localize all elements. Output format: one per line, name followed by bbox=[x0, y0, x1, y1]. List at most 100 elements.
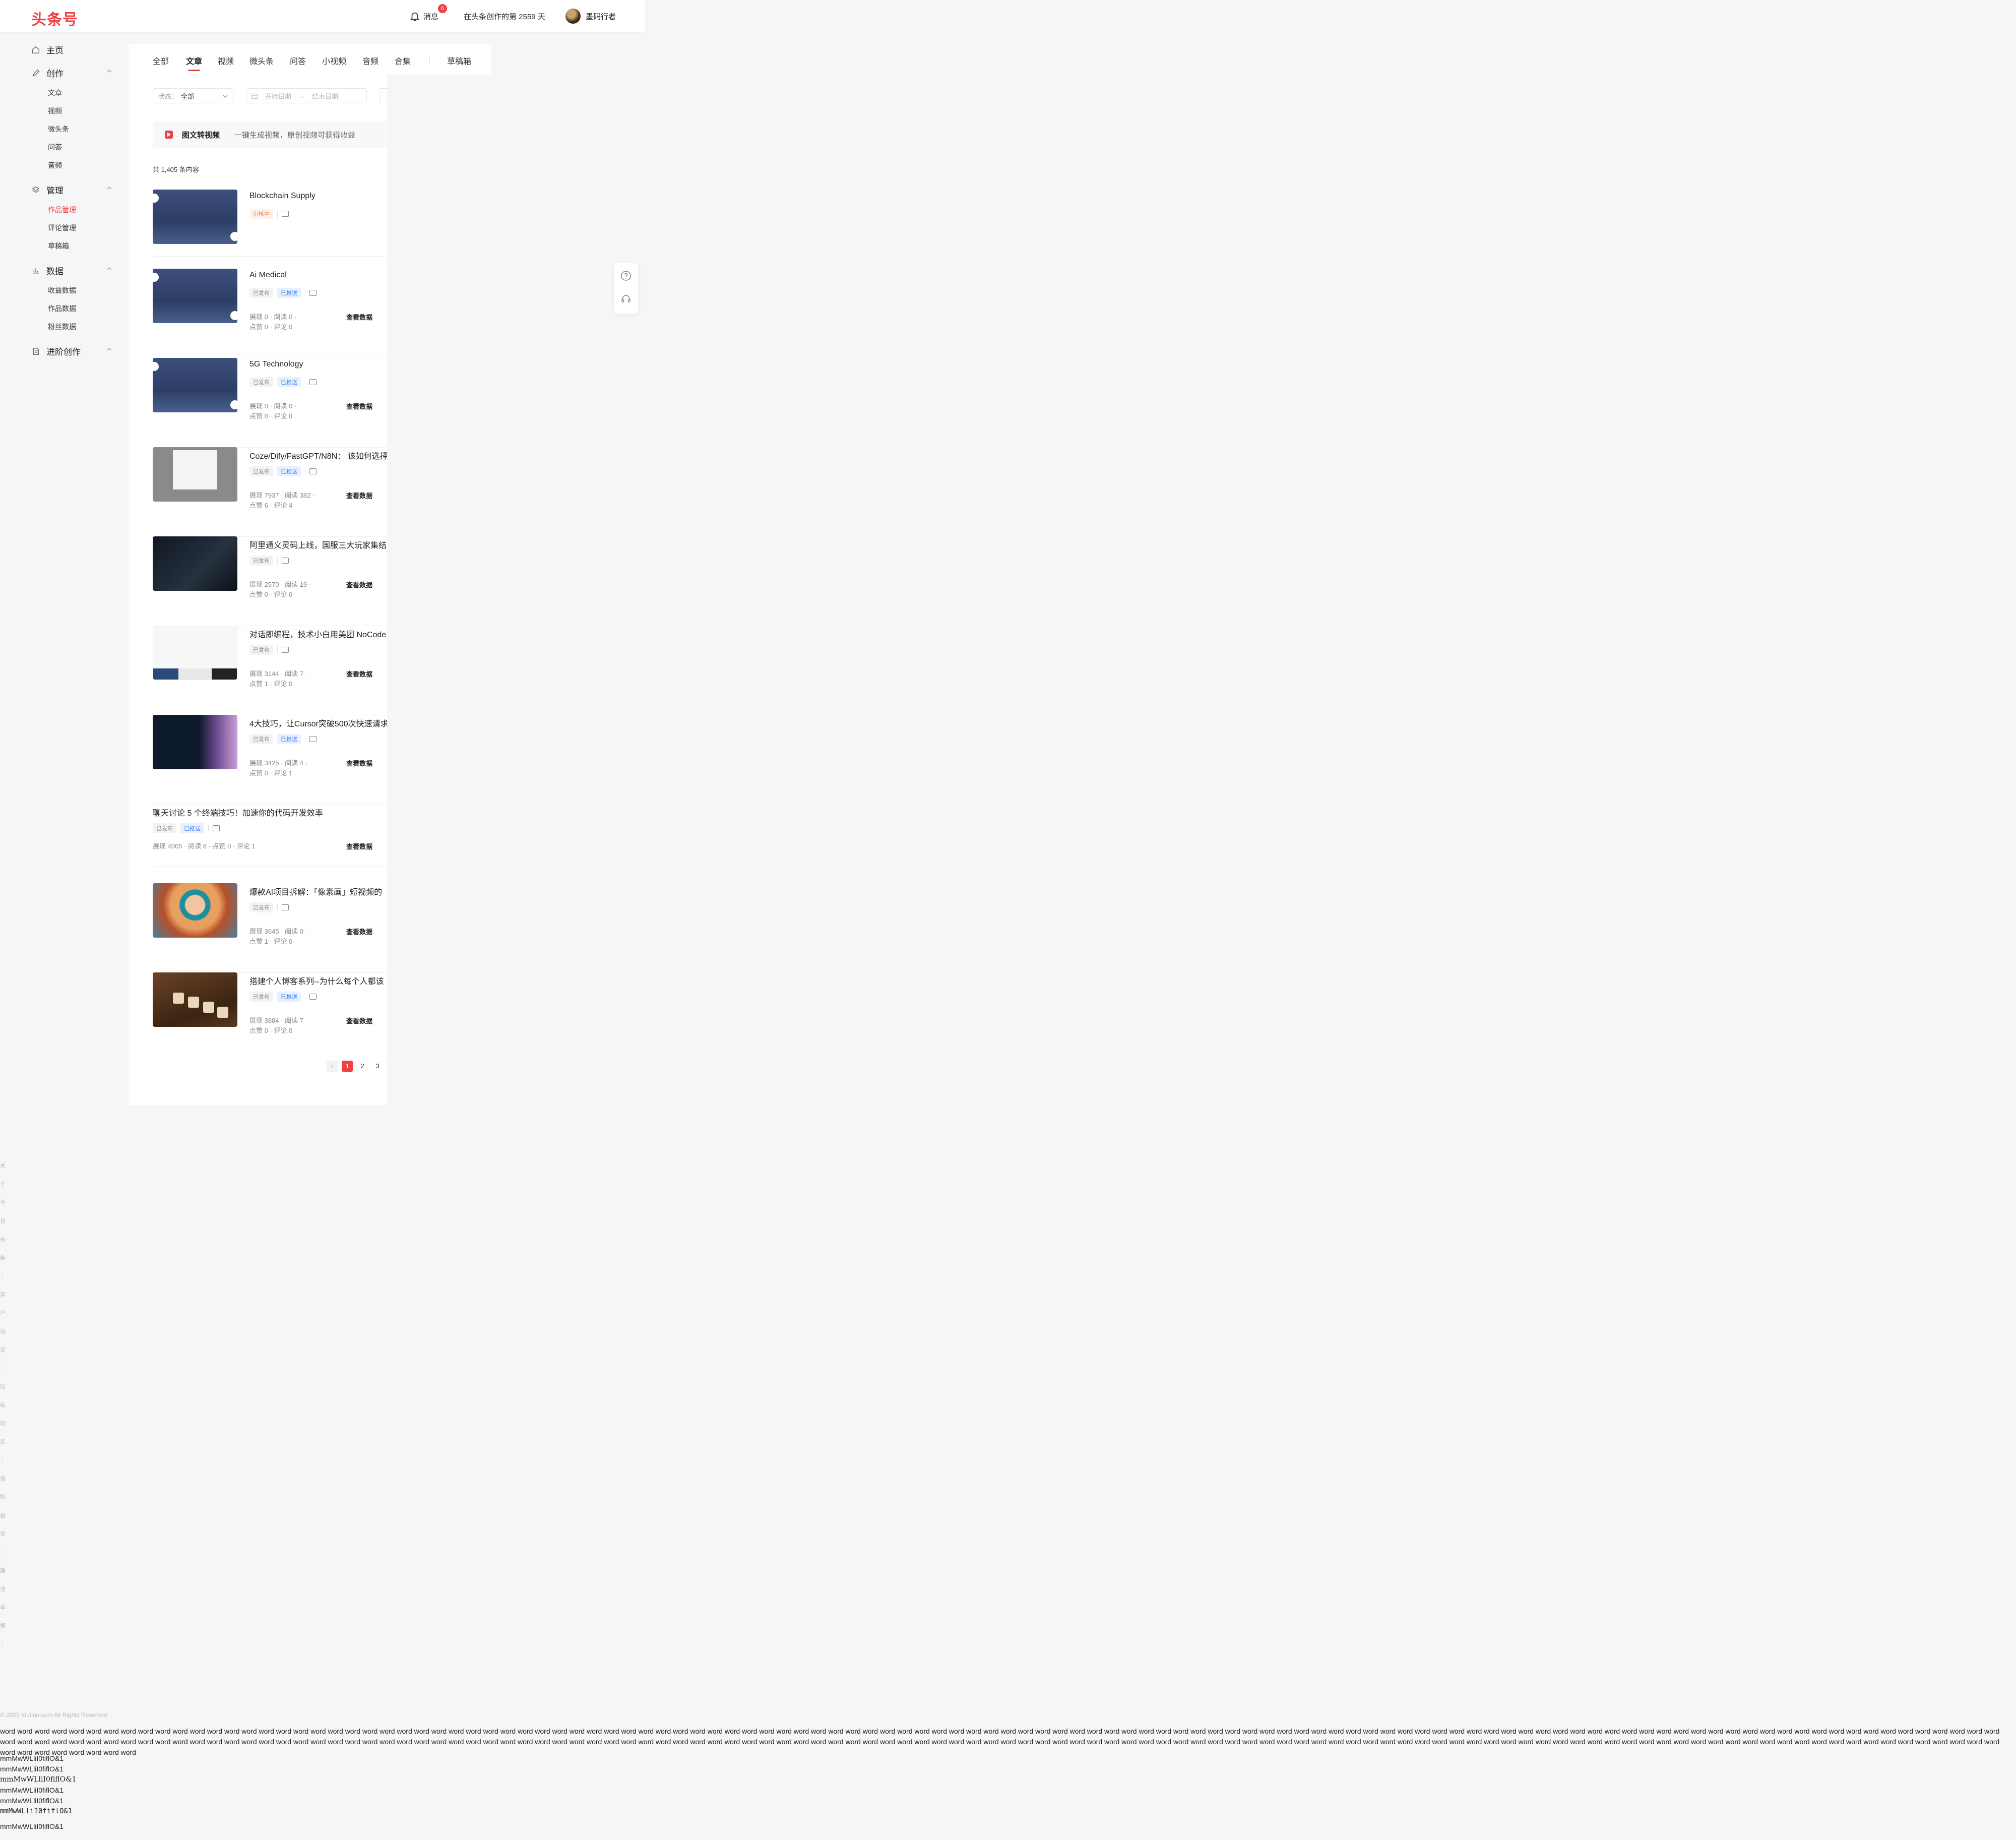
headset-icon[interactable] bbox=[620, 293, 632, 304]
article-thumbnail[interactable] bbox=[153, 715, 237, 769]
article-thumbnail[interactable] bbox=[153, 190, 237, 244]
article-title[interactable]: 4大技巧，让Cursor突破500次快速请求 bbox=[249, 717, 387, 729]
list-item[interactable]: 搭建个人博客系列--为什么每个人都该 已发布 已推送 展现 3884 · 阅读 … bbox=[153, 972, 387, 1062]
article-thumbnail[interactable] bbox=[153, 972, 237, 1027]
tab-collection[interactable]: 合集 bbox=[395, 54, 411, 67]
user-menu[interactable]: 墨码行者 bbox=[565, 0, 616, 32]
sidebar-item-drafts[interactable]: 草稿箱 bbox=[48, 241, 69, 251]
stats-line: 展现 0 · 阅读 0 · bbox=[249, 313, 297, 321]
list-item[interactable]: 对话即编程，技术小白用美团 NoCode 已发布 展现 3144 · 阅读 7 … bbox=[153, 626, 387, 715]
sidebar-item-works-data[interactable]: 作品数据 bbox=[48, 303, 76, 314]
date-range-picker[interactable]: 开始日期 → 结束日期 bbox=[246, 88, 367, 103]
sidebar-item-home[interactable]: 主页 bbox=[31, 43, 112, 56]
list-item[interactable]: 5G Technology 已发布 已推送 展现 0 · 阅读 0 · 点赞 0 … bbox=[153, 358, 387, 448]
status-filter[interactable]: 状态： 全部 bbox=[153, 88, 233, 103]
sidebar-item-audio[interactable]: 音频 bbox=[48, 160, 62, 170]
thumbnail-tile bbox=[217, 1007, 228, 1018]
sidebar-item-microheadline[interactable]: 微头条 bbox=[48, 124, 69, 134]
article-thumbnail[interactable] bbox=[153, 626, 237, 680]
stats-line: 点赞 0 · 评论 0 bbox=[249, 412, 293, 420]
home-icon bbox=[32, 46, 39, 53]
view-data-link[interactable]: 查看数据 bbox=[346, 927, 372, 936]
article-title[interactable]: 阿里通义灵码上线，国服三大玩家集结 bbox=[249, 538, 387, 550]
sidebar-item-fans-data[interactable]: 粉丝数据 bbox=[48, 322, 76, 332]
footer-char: 投 bbox=[0, 1512, 6, 1519]
stats-line: 点赞 1 · 评论 0 bbox=[249, 680, 293, 688]
sidebar-group-manage[interactable]: 管理 bbox=[31, 183, 112, 196]
tab-short-video[interactable]: 小视频 bbox=[322, 54, 346, 67]
article-title[interactable]: 搭建个人博客系列--为什么每个人都该 bbox=[249, 974, 387, 987]
sidebar-item-article[interactable]: 文章 bbox=[48, 88, 62, 98]
list-item[interactable]: 爆款AI项目拆解：「像素画」短视频的 已发布 展现 3645 · 阅读 0 · 点… bbox=[153, 883, 387, 973]
status-filter-label: 状态： bbox=[158, 92, 178, 100]
sidebar-group-data[interactable]: 数据 bbox=[31, 264, 112, 277]
stats-line: 展现 3425 · 阅读 4 · bbox=[249, 759, 307, 767]
stats-line: 展现 7937 · 阅读 382 · bbox=[249, 492, 315, 499]
sidebar-group-advanced[interactable]: 进阶创作 bbox=[31, 345, 112, 357]
view-data-link[interactable]: 查看数据 bbox=[346, 758, 372, 768]
article-title[interactable]: Ai Medical bbox=[249, 271, 387, 280]
footer-char: ｜ bbox=[0, 1549, 6, 1556]
tab-article[interactable]: 文章 bbox=[186, 54, 202, 67]
page-button-3[interactable]: 3 bbox=[372, 1061, 383, 1072]
messages-button[interactable]: 消息 bbox=[409, 0, 438, 32]
tab-audio[interactable]: 音频 bbox=[362, 54, 379, 67]
view-data-link[interactable]: 查看数据 bbox=[346, 401, 372, 411]
question-icon[interactable] bbox=[620, 270, 632, 281]
search-input[interactable] bbox=[379, 88, 389, 103]
font-probe-line: mmMwWLliI0fiflO&1 bbox=[0, 1822, 64, 1830]
view-data-link[interactable]: 查看数据 bbox=[346, 580, 372, 589]
tab-qa[interactable]: 问答 bbox=[290, 54, 306, 67]
sidebar-group-create[interactable]: 创作 bbox=[31, 67, 112, 79]
article-tags: 已发布 已推送 bbox=[249, 288, 317, 298]
article-thumbnail[interactable] bbox=[153, 269, 237, 323]
article-title[interactable]: 5G Technology bbox=[249, 360, 387, 369]
sidebar-item-income-data[interactable]: 收益数据 bbox=[48, 285, 76, 295]
footer-char: 协 bbox=[0, 1328, 6, 1335]
sidebar-item-comments-manage[interactable]: 评论管理 bbox=[48, 223, 76, 233]
article-type-icon bbox=[309, 468, 317, 474]
doc-icon bbox=[33, 347, 39, 355]
list-item[interactable]: Ai Medical 已发布 已推送 展现 0 · 阅读 0 · 点赞 0 · 评… bbox=[153, 269, 387, 358]
footer-char: 侵 bbox=[0, 1476, 6, 1482]
view-data-link[interactable]: 查看数据 bbox=[346, 841, 372, 851]
article-title[interactable]: 对话即编程，技术小白用美团 NoCode bbox=[249, 628, 387, 640]
article-title[interactable]: Blockchain Supply bbox=[249, 192, 387, 201]
stats-line: 展现 0 · 阅读 0 · bbox=[249, 402, 297, 410]
view-data-link[interactable]: 查看数据 bbox=[346, 1016, 372, 1025]
footer-char: 头 bbox=[0, 1237, 6, 1243]
page-button-2[interactable]: 2 bbox=[357, 1061, 368, 1072]
sidebar-item-qa[interactable]: 问答 bbox=[48, 142, 62, 152]
article-title[interactable]: Coze/Dify/FastGPT/N8N： 该如何选择 bbox=[249, 449, 387, 461]
sidebar-item-works-manage[interactable]: 作品管理 bbox=[48, 205, 76, 215]
view-data-link[interactable]: 查看数据 bbox=[346, 312, 372, 322]
view-data-link[interactable]: 查看数据 bbox=[346, 490, 372, 500]
status-badge: 已发布 bbox=[249, 377, 273, 387]
article-thumbnail[interactable] bbox=[153, 536, 237, 591]
article-thumbnail[interactable] bbox=[153, 358, 237, 412]
tab-microheadline[interactable]: 微头条 bbox=[249, 54, 274, 67]
view-data-link[interactable]: 查看数据 bbox=[346, 669, 372, 679]
tab-video[interactable]: 视频 bbox=[218, 54, 234, 67]
article-title[interactable]: 爆款AI项目拆解：「像素画」短视频的 bbox=[249, 885, 387, 897]
tab-drafts[interactable]: 草稿箱 bbox=[447, 54, 471, 67]
tab-all[interactable]: 全部 bbox=[153, 54, 169, 67]
article-stats: 展现 3884 · 阅读 7 · 点赞 0 · 评论 0 bbox=[249, 1016, 320, 1036]
list-item[interactable]: Blockchain Supply 审核中 bbox=[153, 190, 387, 257]
list-item[interactable]: 聊天讨论 5 个终端技巧！加速你的代码开发效率 已发布 已推送 展现 4005 … bbox=[153, 804, 387, 867]
status-badge: 已发布 bbox=[153, 823, 176, 833]
list-item[interactable]: Coze/Dify/FastGPT/N8N： 该如何选择 已发布 已推送 展现 … bbox=[153, 447, 387, 537]
stats-line: 点赞 0 · 评论 0 bbox=[249, 591, 293, 598]
article-tags: 已发布 bbox=[249, 556, 289, 566]
list-item[interactable]: 4大技巧，让Cursor突破500次快速请求 已发布 已推送 展现 3425 ·… bbox=[153, 715, 387, 805]
article-thumbnail[interactable] bbox=[153, 447, 237, 502]
image-to-video-banner[interactable]: 图文转视频 一键生成视频，原创视频可获得收益 bbox=[153, 121, 387, 148]
sidebar-item-video[interactable]: 视频 bbox=[48, 106, 62, 116]
toutiao-logo[interactable]: 头条号 bbox=[31, 7, 78, 29]
page-button-1[interactable]: 1 bbox=[342, 1061, 353, 1072]
article-title[interactable]: 聊天讨论 5 个终端技巧！加速你的代码开发效率 bbox=[153, 806, 387, 818]
article-thumbnail[interactable] bbox=[153, 883, 237, 938]
prev-page-button[interactable]: ‹ bbox=[327, 1061, 338, 1072]
list-item[interactable]: 阿里通义灵码上线，国服三大玩家集结 已发布 展现 2570 · 阅读 19 · 点… bbox=[153, 536, 387, 626]
status-badge: 已发布 bbox=[249, 645, 273, 655]
